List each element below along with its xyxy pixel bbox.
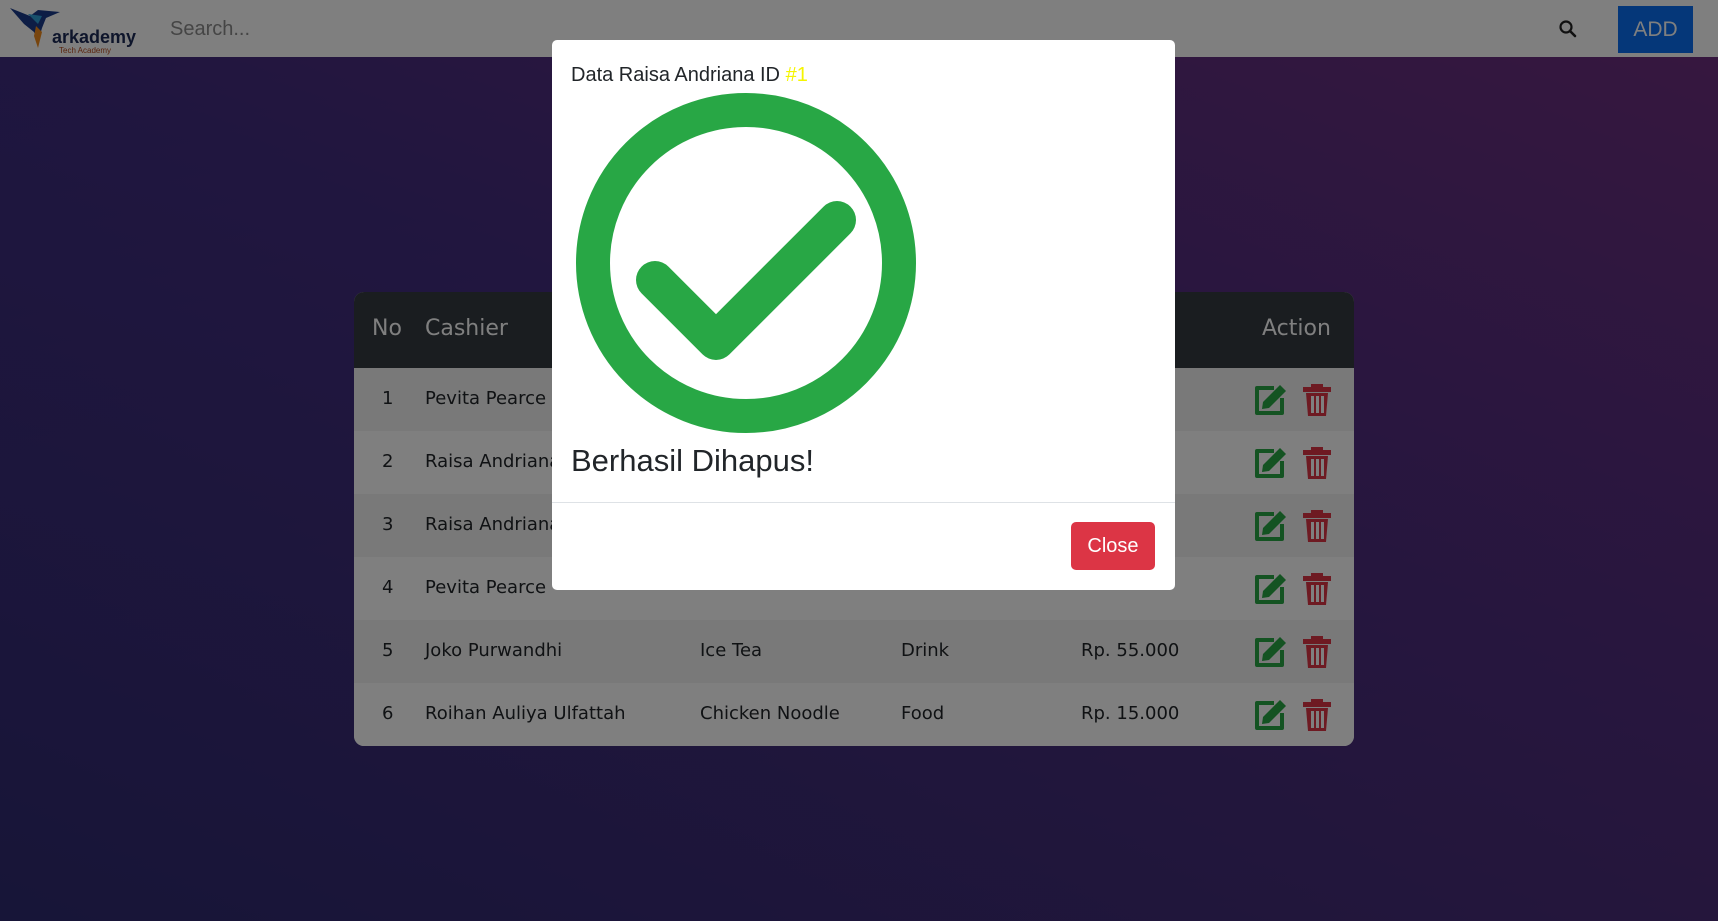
delete-success-modal: Data Raisa Andriana ID #1 Berhasil Dihap… (552, 40, 1175, 590)
modal-footer-divider (552, 502, 1175, 503)
close-button[interactable]: Close (1071, 522, 1155, 570)
modal-title: Data Raisa Andriana ID #1 (571, 64, 808, 87)
modal-record-id: #1 (785, 64, 808, 86)
modal-message: Berhasil Dihapus! (571, 443, 814, 478)
modal-title-text: Data Raisa Andriana ID (571, 64, 781, 86)
success-check-icon (576, 93, 916, 433)
